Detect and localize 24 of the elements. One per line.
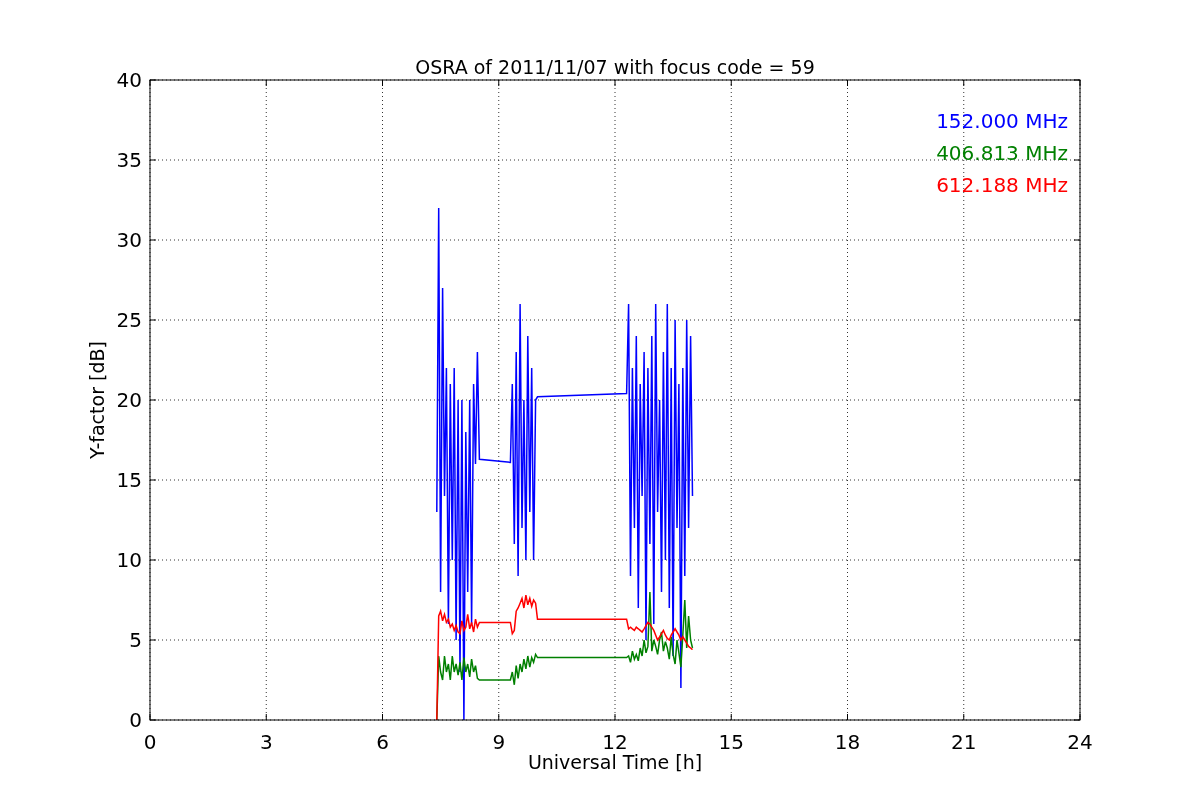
x-tick-label: 24: [1067, 730, 1093, 754]
legend-label: 406.813 MHz: [936, 141, 1068, 165]
chart-title: OSRA of 2011/11/07 with focus code = 59: [415, 56, 815, 78]
y-tick-label: 15: [116, 468, 142, 492]
x-tick-label: 0: [143, 730, 157, 754]
x-tick-label: 12: [602, 730, 628, 754]
x-tick-label: 18: [834, 730, 861, 754]
x-tick-label: 15: [718, 730, 744, 754]
x-tick-label: 9: [492, 730, 506, 754]
y-tick-label: 10: [116, 548, 142, 572]
x-axis-label: Universal Time [h]: [527, 751, 703, 773]
y-tick-label: 20: [116, 388, 142, 412]
y-tick-label: 35: [116, 148, 142, 172]
y-tick-label: 25: [116, 308, 142, 332]
x-tick-label: 6: [376, 730, 389, 754]
y-tick-label: 5: [129, 628, 142, 652]
y-axis-label: Y-factor [dB]: [86, 341, 108, 459]
legend-label: 612.188 MHz: [936, 173, 1068, 197]
y-tick-label: 0: [129, 708, 142, 732]
x-tick-label: 3: [259, 730, 273, 754]
y-tick-label: 30: [116, 228, 142, 252]
y-tick-label: 40: [116, 68, 142, 92]
x-tick-label: 21: [951, 730, 977, 754]
legend-label: 152.000 MHz: [936, 109, 1068, 133]
